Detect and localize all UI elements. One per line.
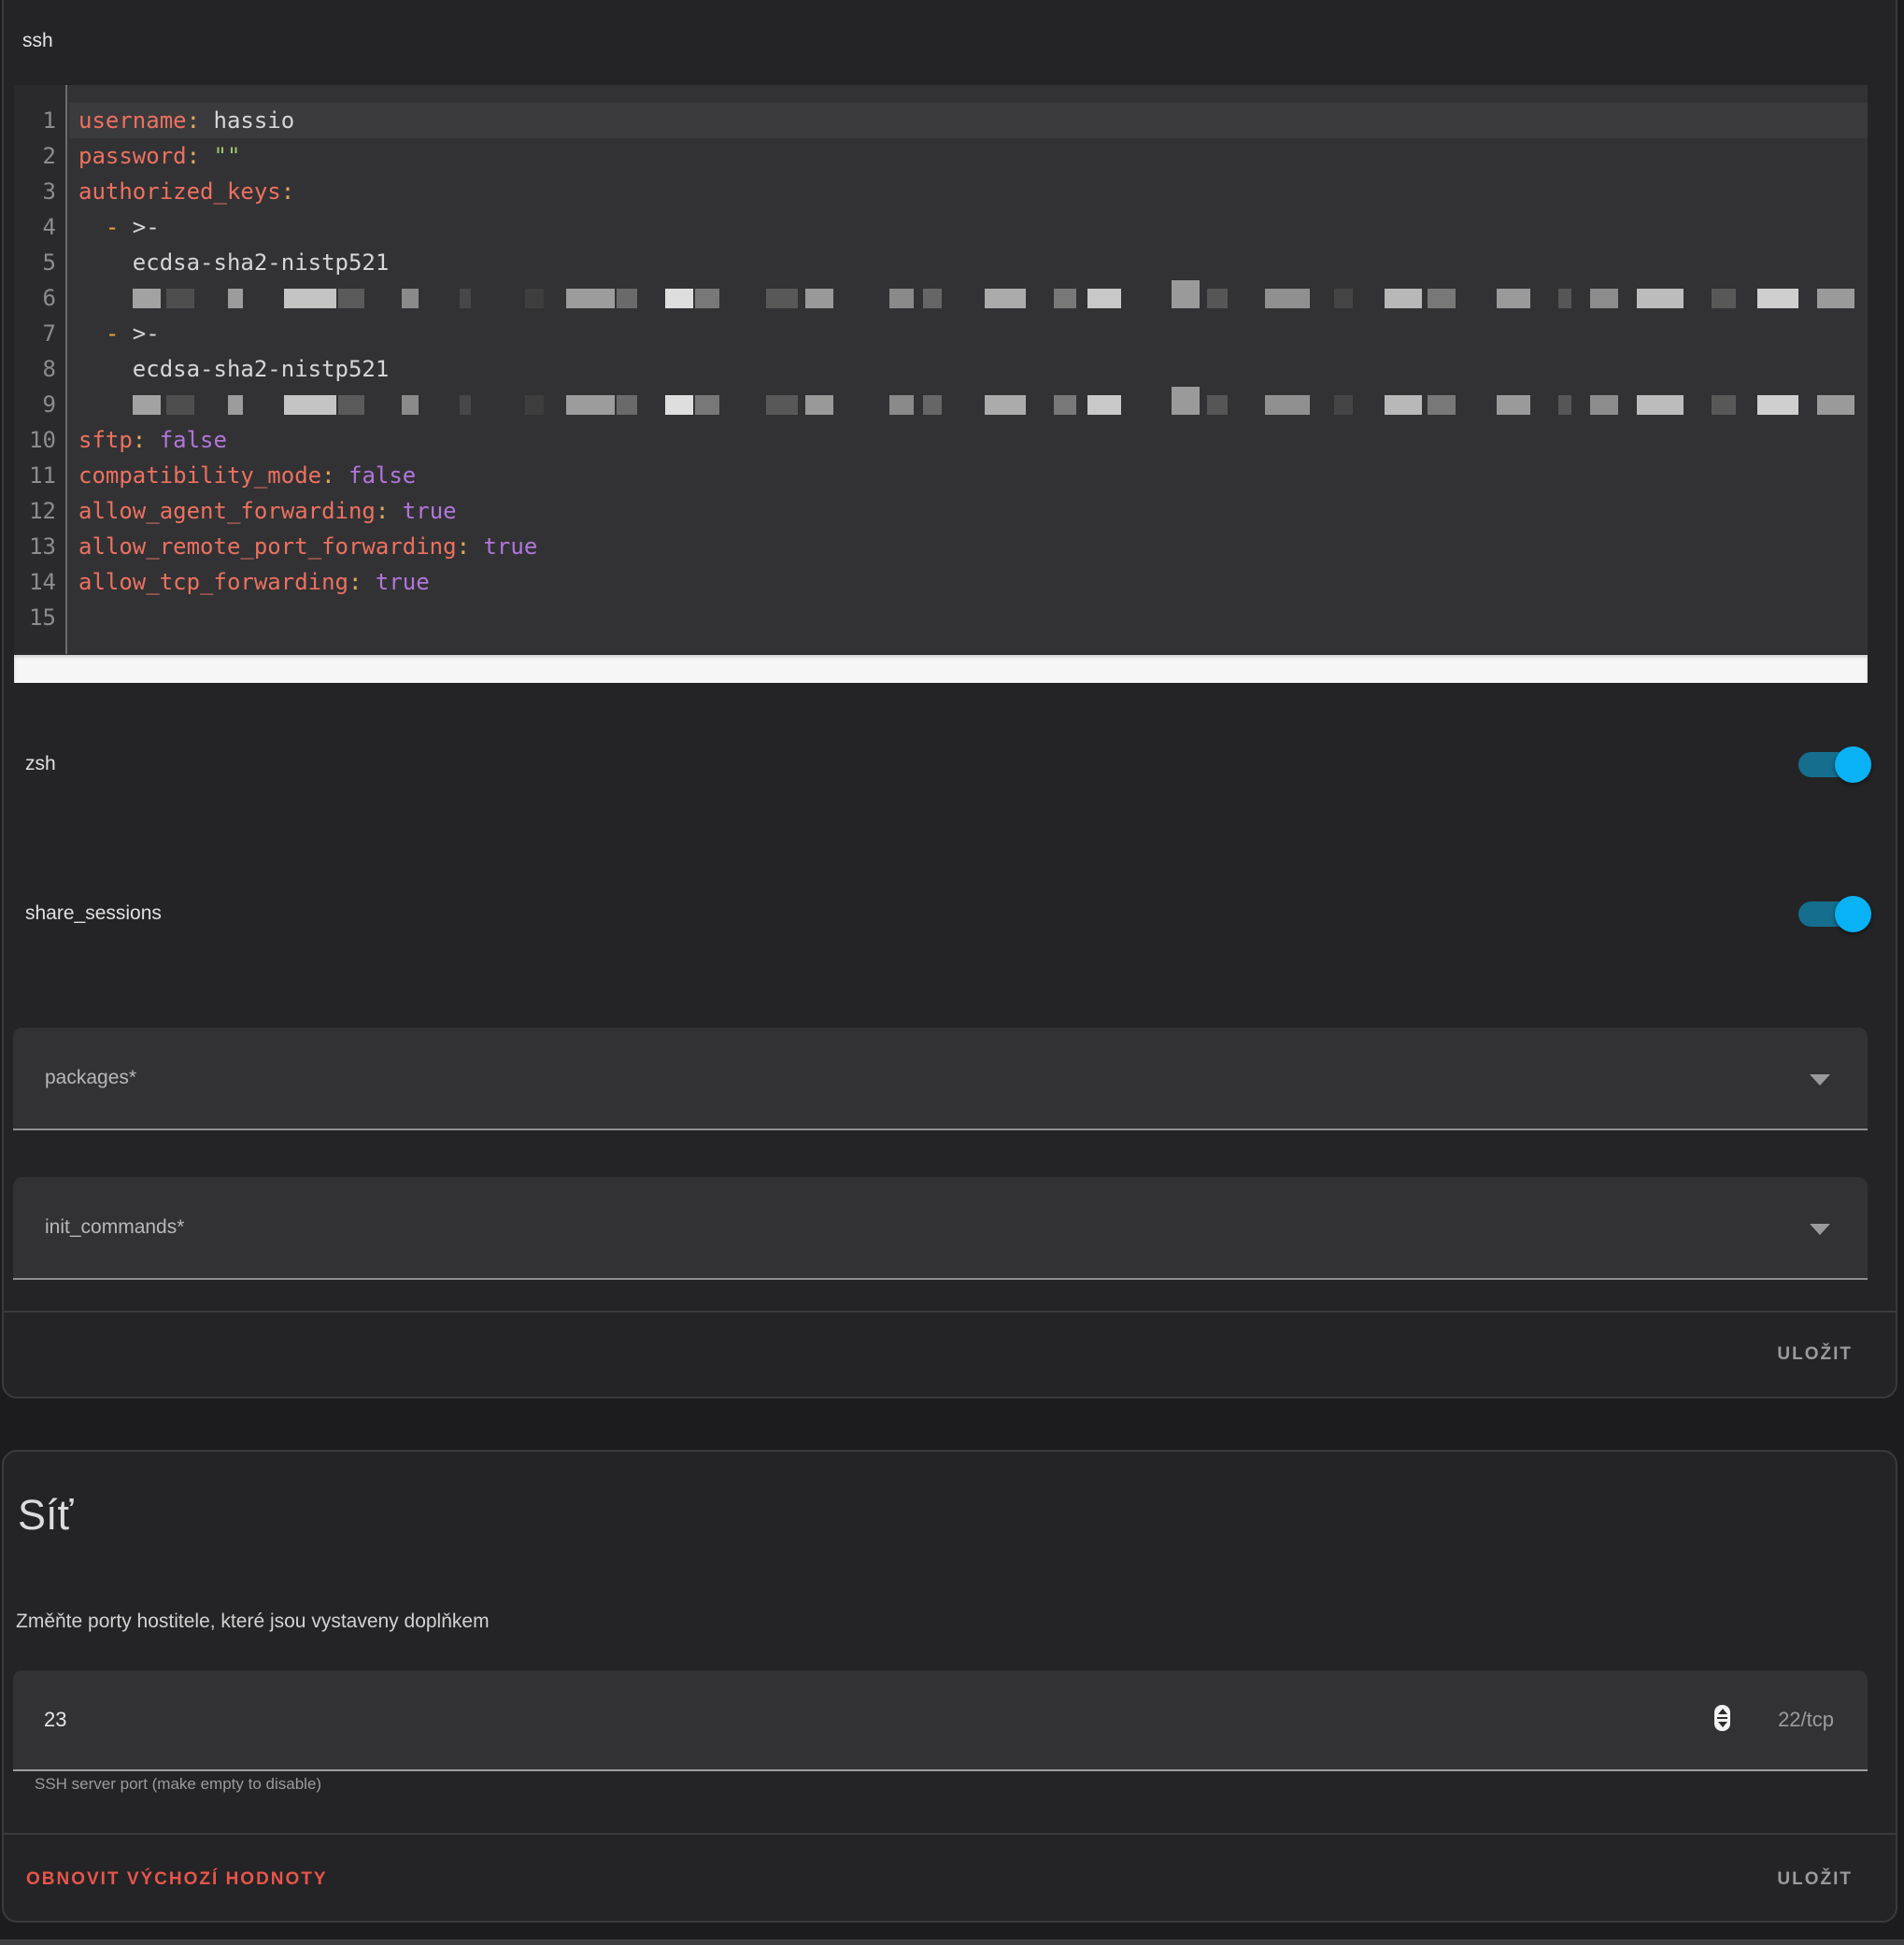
chevron-down-icon [1810,1224,1830,1235]
container-port-suffix: 22/tcp [1778,1670,1834,1769]
zsh-toggle[interactable] [1798,752,1868,777]
stepper-up-icon [1718,1709,1727,1714]
code-line: 8 ecdsa-sha2-nistp521 [14,351,1868,387]
number-stepper-icon[interactable] [1714,1705,1730,1731]
network-card: Síť Změňte porty hostitele, které jsou v… [2,1450,1897,1923]
code-line: 14allow_tcp_forwarding: true [14,564,1868,600]
share-sessions-toggle-label: share_sessions [25,902,162,926]
code-line: 6 [14,280,1868,316]
code-line: 5 ecdsa-sha2-nistp521 [14,245,1868,280]
code-lines: 1username: hassio2password: ""3authorize… [14,103,1868,635]
ssh-section-label: ssh [22,30,53,52]
ssh-port-input[interactable] [44,1670,231,1769]
redacted-key-blur [133,387,1868,422]
packages-select[interactable]: packages* [13,1028,1868,1130]
reset-defaults-button[interactable]: OBNOVIT VÝCHOZÍ HODNOTY [26,1859,328,1900]
code-line: 4 - >- [14,209,1868,245]
divider [4,1311,1896,1313]
zsh-toggle-label: zsh [25,752,56,776]
editor-horizontal-scrollbar[interactable] [14,655,1868,683]
toggle-thumb [1835,746,1871,783]
code-line: 11compatibility_mode: false [14,458,1868,493]
divider [4,1833,1896,1835]
toggle-thumb [1835,896,1871,932]
code-line: 13allow_remote_port_forwarding: true [14,529,1868,564]
save-network-button[interactable]: ULOŽIT [1777,1859,1853,1900]
code-line: 7 - >- [14,316,1868,351]
code-line: 10sftp: false [14,422,1868,458]
stepper-down-icon [1718,1722,1727,1727]
network-description: Změňte porty hostitele, které jsou vysta… [16,1611,490,1633]
code-line: 15 [14,600,1868,635]
network-section-title: Síť [18,1491,73,1540]
share-sessions-toggle[interactable] [1798,902,1868,927]
redacted-key-blur [133,280,1868,316]
chevron-down-icon [1810,1074,1830,1086]
stepper-divider [1717,1717,1727,1719]
code-line: 1username: hassio [14,103,1868,138]
packages-select-label: packages* [45,1028,136,1129]
code-line: 3authorized_keys: [14,174,1868,209]
ssh-port-helper-text: SSH server port (make empty to disable) [35,1775,321,1794]
init-commands-select[interactable]: init_commands* [13,1177,1868,1280]
bottom-bar [0,1939,1904,1945]
ssh-port-field[interactable]: 22/tcp [13,1670,1868,1771]
code-line: 2password: "" [14,138,1868,174]
save-options-button[interactable]: ULOŽIT [1777,1334,1853,1375]
code-line: 12allow_agent_forwarding: true [14,493,1868,529]
init-commands-select-label: init_commands* [45,1177,184,1278]
ssh-config-card: ssh 1username: hassio2password: ""3autho… [2,0,1897,1398]
yaml-editor[interactable]: 1username: hassio2password: ""3authorize… [14,85,1868,654]
code-line: 9 [14,387,1868,422]
